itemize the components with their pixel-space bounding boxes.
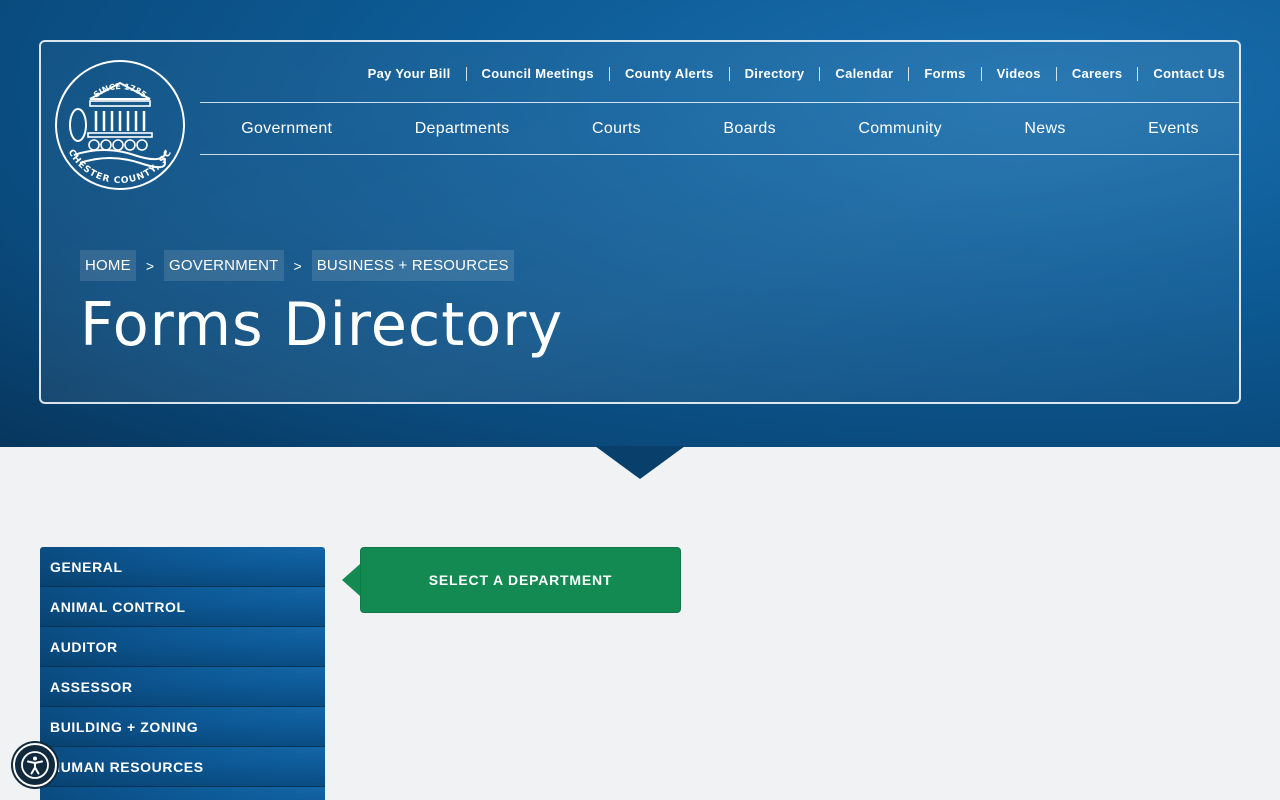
nav-news[interactable]: News xyxy=(1024,120,1065,138)
svg-text:SINCE 1785: SINCE 1785 xyxy=(92,82,148,100)
nav-government[interactable]: Government xyxy=(241,120,332,138)
breadcrumb-government[interactable]: GOVERNMENT xyxy=(164,250,284,281)
courthouse-seal-icon: SINCE 1785 CHESTER COUNTY, SC xyxy=(55,60,185,190)
hero-pointer xyxy=(595,446,685,479)
sidebar-item-assessor[interactable]: ASSESSOR xyxy=(40,667,325,707)
nav-community[interactable]: Community xyxy=(858,120,942,138)
callout-arrow xyxy=(342,564,360,596)
page-title: Forms Directory xyxy=(80,290,564,360)
util-county-alerts[interactable]: County Alerts xyxy=(608,67,729,81)
nav-events[interactable]: Events xyxy=(1148,120,1199,138)
sidebar-item-partial[interactable] xyxy=(40,787,325,800)
sidebar-item-human-resources[interactable]: HUMAN RESOURCES xyxy=(40,747,325,787)
util-pay-your-bill[interactable]: Pay Your Bill xyxy=(353,67,466,81)
department-sidebar: GENERAL ANIMAL CONTROL AUDITOR ASSESSOR … xyxy=(40,547,325,800)
breadcrumb-home[interactable]: HOME xyxy=(80,250,136,281)
sidebar-item-general[interactable]: GENERAL xyxy=(40,547,325,587)
breadcrumb-separator: > xyxy=(145,257,154,274)
sidebar-item-auditor[interactable]: AUDITOR xyxy=(40,627,325,667)
select-department-button[interactable]: SELECT A DEPARTMENT xyxy=(360,547,681,613)
util-calendar[interactable]: Calendar xyxy=(819,67,908,81)
accessibility-button[interactable] xyxy=(13,743,57,787)
util-forms[interactable]: Forms xyxy=(908,67,980,81)
sidebar-item-building-zoning[interactable]: BUILDING + ZONING xyxy=(40,707,325,747)
util-contact-us[interactable]: Contact Us xyxy=(1137,67,1240,81)
sidebar-item-animal-control[interactable]: ANIMAL CONTROL xyxy=(40,587,325,627)
breadcrumb-business-resources[interactable]: BUSINESS + RESOURCES xyxy=(311,250,514,281)
county-seal-logo[interactable]: SINCE 1785 CHESTER COUNTY, SC xyxy=(54,59,186,191)
accessibility-icon xyxy=(21,751,49,779)
main-nav: Government Departments Courts Boards Com… xyxy=(200,102,1240,155)
nav-courts[interactable]: Courts xyxy=(592,120,641,138)
util-council-meetings[interactable]: Council Meetings xyxy=(465,67,609,81)
nav-departments[interactable]: Departments xyxy=(415,120,510,138)
util-careers[interactable]: Careers xyxy=(1055,67,1138,81)
util-videos[interactable]: Videos xyxy=(980,67,1056,81)
breadcrumb-separator: > xyxy=(293,257,302,274)
util-directory[interactable]: Directory xyxy=(728,67,820,81)
utility-nav: Pay Your Bill Council Meetings County Al… xyxy=(353,63,1240,85)
nav-boards[interactable]: Boards xyxy=(723,120,776,138)
breadcrumb: HOME > GOVERNMENT > BUSINESS + RESOURCES xyxy=(80,250,514,281)
